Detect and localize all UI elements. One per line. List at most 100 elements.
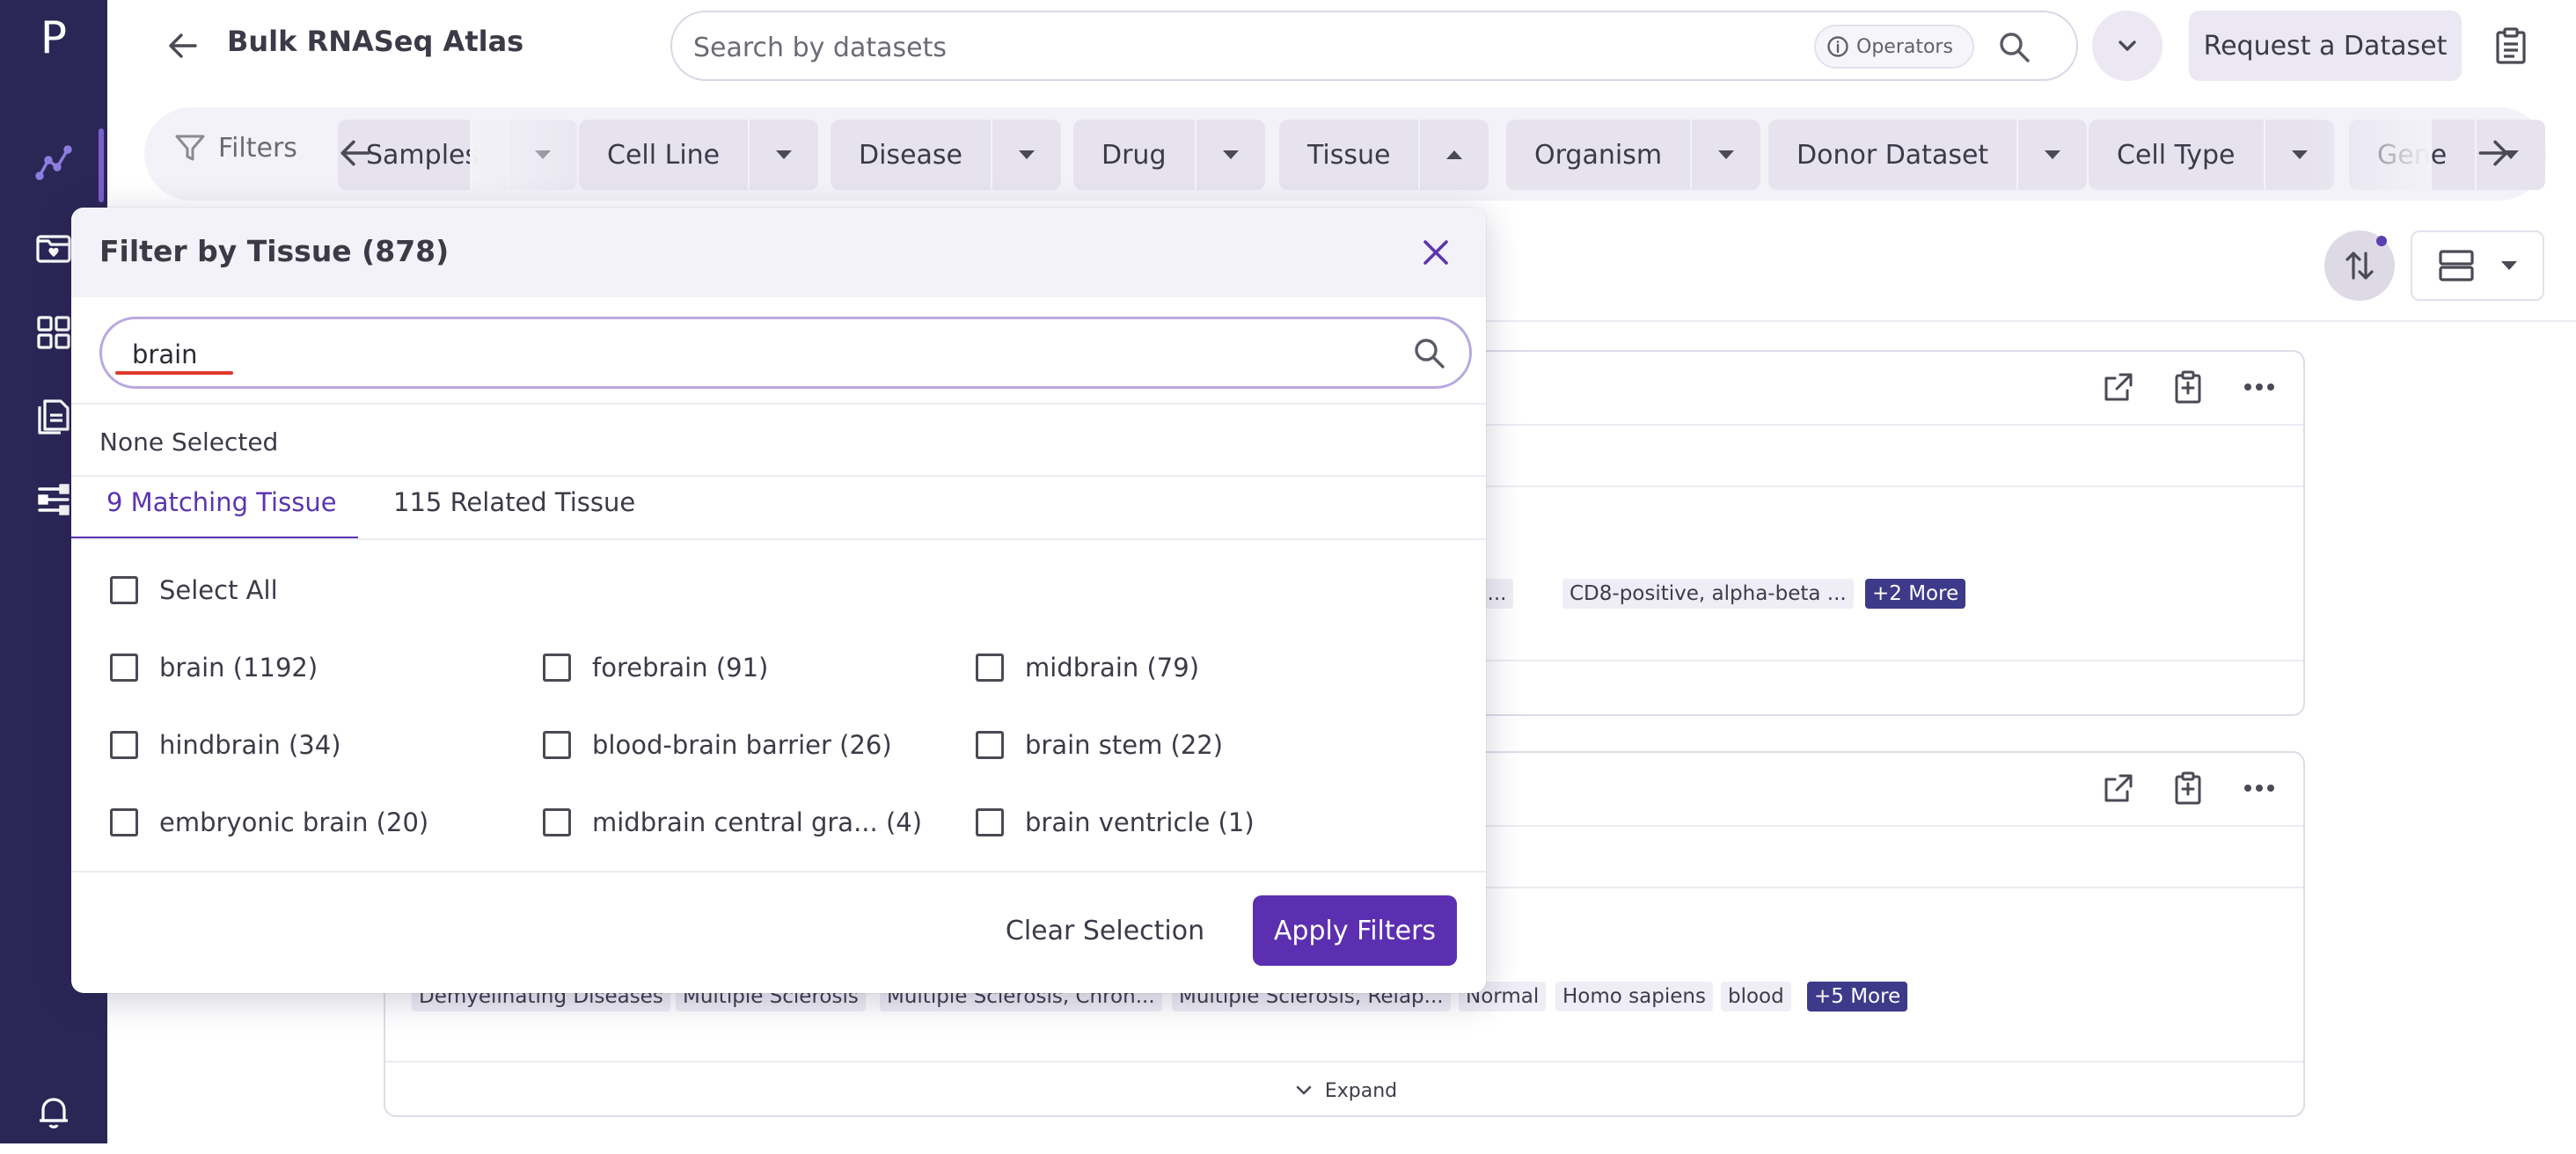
more-tags-badge[interactable]: +5 More <box>1807 982 1908 1012</box>
apply-filters-button[interactable]: Apply Filters <box>1253 895 1457 966</box>
dialog-divider <box>71 403 1486 405</box>
checkbox[interactable] <box>543 731 571 759</box>
request-dataset-button[interactable]: Request a Dataset <box>2189 11 2462 81</box>
filter-chip-cell-line[interactable]: Cell Line <box>579 120 819 190</box>
tissue-option-label: midbrain central gra... (4) <box>592 807 923 837</box>
search-icon[interactable] <box>1992 25 2038 70</box>
select-all-label: Select All <box>159 575 278 605</box>
more-tags-badge[interactable]: +2 More <box>1865 579 1966 609</box>
filters-label: Filters <box>218 132 297 164</box>
checkbox[interactable] <box>976 808 1004 836</box>
tissue-option[interactable]: hindbrain (34) <box>110 730 341 760</box>
filter-chip-label: Disease <box>859 139 962 171</box>
open-external-icon[interactable] <box>2099 769 2138 807</box>
checkbox[interactable] <box>976 654 1004 682</box>
more-options-icon[interactable] <box>2240 769 2279 807</box>
operators-button[interactable]: Operators <box>1814 25 1974 69</box>
checkbox[interactable] <box>543 654 571 682</box>
tissue-option[interactable]: blood-brain barrier (26) <box>543 730 892 760</box>
tissue-search-field <box>99 317 1472 389</box>
add-to-clipboard-icon[interactable] <box>2170 769 2208 807</box>
filters-heading: Filters <box>174 132 297 164</box>
tissue-option[interactable]: brain stem (22) <box>976 730 1223 760</box>
notifications-bell-icon[interactable] <box>0 1070 107 1154</box>
caret-down-icon[interactable] <box>748 120 818 190</box>
filter-chip-label: Tissue <box>1307 139 1391 171</box>
filter-chip-cell-type[interactable]: Cell Type <box>2089 120 2334 190</box>
card-actions <box>2099 368 2279 406</box>
dialog-footer-divider <box>71 871 1486 873</box>
checkbox[interactable] <box>543 808 571 836</box>
card-actions <box>2099 769 2279 807</box>
tab-matching-tissue[interactable]: 9 Matching Tissue <box>106 487 337 517</box>
dialog-title: Filter by Tissue (878) <box>99 234 450 268</box>
card-tag: CD8-positive, alpha-beta ... <box>1562 579 1854 609</box>
caret-down-icon <box>2500 261 2517 270</box>
more-options-icon[interactable] <box>2240 368 2279 406</box>
back-arrow-icon[interactable] <box>157 19 209 72</box>
filter-funnel-icon <box>175 135 205 161</box>
nav-explore-icon[interactable] <box>0 120 107 204</box>
toolbar-divider <box>1485 320 2576 322</box>
close-icon[interactable] <box>1412 229 1460 276</box>
checkbox[interactable] <box>110 654 138 682</box>
filter-chip-drug[interactable]: Drug <box>1073 120 1265 190</box>
spellcheck-underline <box>115 371 233 375</box>
sort-active-dot <box>2376 236 2387 246</box>
checkbox[interactable] <box>110 808 138 836</box>
tissue-search-input[interactable] <box>132 335 1364 374</box>
scroll-left-arrow-icon[interactable] <box>329 127 382 179</box>
filter-chip-organism[interactable]: Organism <box>1506 120 1761 190</box>
filter-bar: Filters Samples Cell Line Disease Drug T… <box>144 107 2546 201</box>
filter-chip-disease[interactable]: Disease <box>831 120 1061 190</box>
tab-related-tissue[interactable]: 115 Related Tissue <box>393 487 635 517</box>
dialog-header: Filter by Tissue (878) <box>71 208 1486 297</box>
caret-down-icon[interactable] <box>1690 120 1760 190</box>
layout-toggle-button[interactable] <box>2411 230 2544 301</box>
filter-chip-tissue[interactable]: Tissue <box>1279 120 1489 190</box>
info-icon <box>1827 36 1848 57</box>
sort-arrows-icon <box>2345 252 2374 280</box>
scroll-right-arrow-icon[interactable] <box>2467 127 2520 179</box>
tissue-option-label: brain (1192) <box>159 653 318 683</box>
tissue-option-label: hindbrain (34) <box>159 730 341 760</box>
tissue-option[interactable]: embryonic brain (20) <box>110 807 428 837</box>
operators-label: Operators <box>1856 35 1953 58</box>
app-logo[interactable]: P <box>0 7 107 69</box>
top-header: Bulk RNASeq Atlas Operators Request a Da… <box>107 0 2576 91</box>
page-title: Bulk RNASeq Atlas <box>227 25 524 58</box>
dialog-divider <box>71 538 1486 540</box>
caret-down-icon[interactable] <box>2016 120 2087 190</box>
caret-up-icon[interactable] <box>1418 120 1489 190</box>
card-tag: blood <box>1721 982 1791 1012</box>
chevron-down-icon <box>2119 40 2136 51</box>
tissue-filter-dialog: Filter by Tissue (878) None Selected 9 M… <box>71 208 1486 993</box>
tissue-option-label: brain stem (22) <box>1025 730 1224 760</box>
tissue-option-label: blood-brain barrier (26) <box>592 730 892 760</box>
clipboard-icon[interactable] <box>2483 18 2539 74</box>
tissue-option[interactable]: midbrain (79) <box>976 653 1199 683</box>
checkbox[interactable] <box>976 731 1004 759</box>
chevron-down-icon <box>1296 1085 1312 1095</box>
tissue-option[interactable]: forebrain (91) <box>543 653 768 683</box>
expand-button[interactable]: Expand <box>385 1064 2303 1115</box>
caret-down-icon[interactable] <box>1194 120 1265 190</box>
dialog-divider <box>71 475 1486 477</box>
checkbox[interactable] <box>110 576 138 604</box>
caret-down-icon[interactable] <box>991 120 1061 190</box>
clear-selection-button[interactable]: Clear Selection <box>1000 895 1210 966</box>
filter-chip-donor-dataset[interactable]: Donor Dataset <box>1768 120 2088 190</box>
scroll-fade-right <box>2309 120 2432 190</box>
tissue-option[interactable]: brain ventricle (1) <box>976 807 1255 837</box>
add-to-clipboard-icon[interactable] <box>2170 368 2208 406</box>
search-icon[interactable] <box>1409 332 1451 375</box>
checkbox[interactable] <box>110 731 138 759</box>
tissue-option[interactable]: brain (1192) <box>110 653 318 683</box>
filter-chip-label: Organism <box>1534 139 1663 171</box>
tissue-option[interactable]: midbrain central gra... (4) <box>543 807 922 837</box>
tissue-option-label: forebrain (91) <box>592 653 769 683</box>
dataset-search-input[interactable] <box>693 28 1793 67</box>
select-all-checkbox[interactable]: Select All <box>110 575 278 605</box>
search-options-dropdown[interactable] <box>2092 11 2163 81</box>
open-external-icon[interactable] <box>2099 368 2138 406</box>
